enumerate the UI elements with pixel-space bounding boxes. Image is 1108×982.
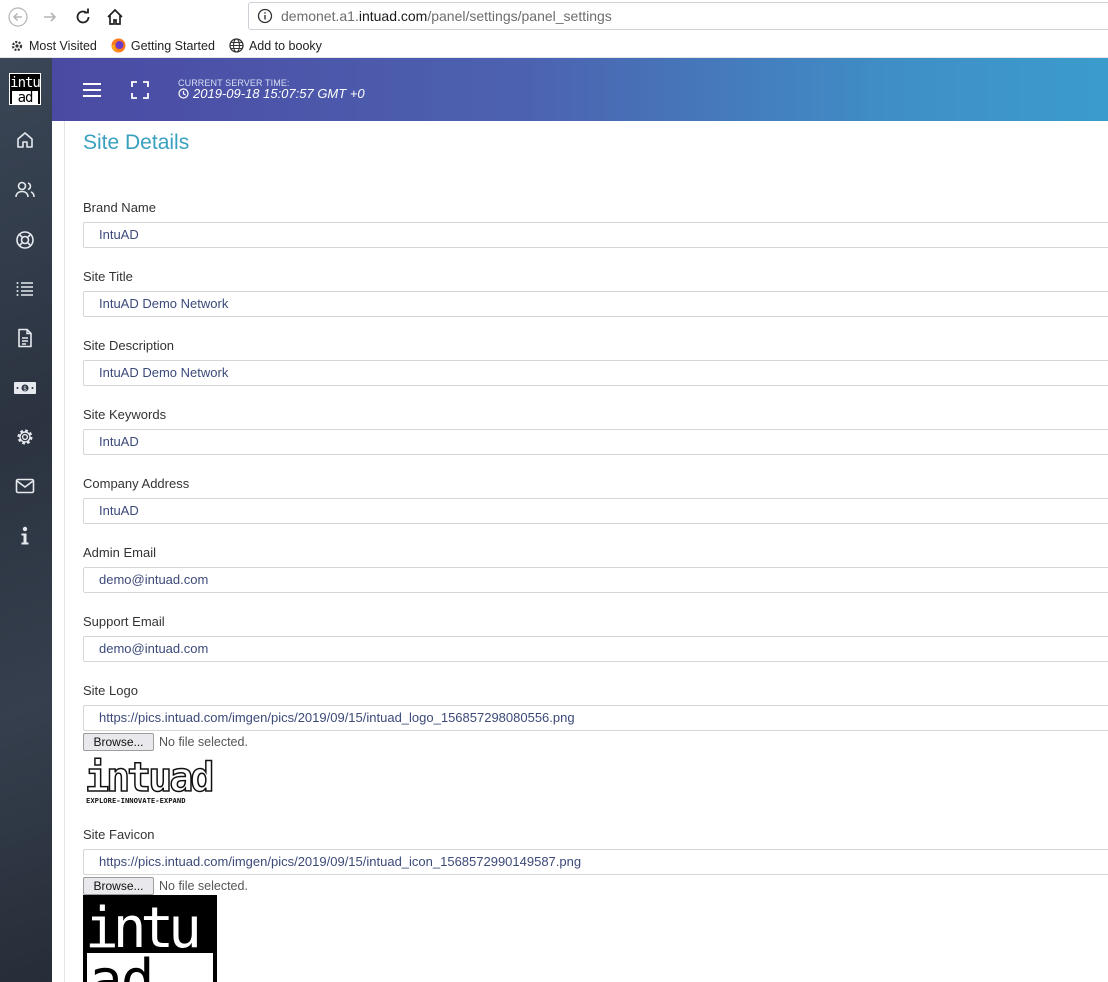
company-address-input[interactable]: IntuAD (83, 498, 1108, 524)
sidebar: intu ad $ (0, 58, 52, 982)
bookmarks-bar: Most Visited Getting Started Add to book… (0, 34, 1108, 58)
admin-email-input[interactable]: demo@intuad.com (83, 567, 1108, 593)
firefox-icon (111, 38, 126, 53)
logo-bottom-text: ad (12, 91, 38, 105)
sidebar-item-messages[interactable] (13, 474, 37, 498)
support-email-input[interactable]: demo@intuad.com (83, 636, 1108, 662)
top-header: CURRENT SERVER TIME: 2019-09-18 15:07:57… (52, 58, 1108, 121)
sidebar-item-settings[interactable] (13, 425, 37, 449)
brand-logo[interactable]: intu ad (9, 73, 41, 105)
reload-button[interactable] (67, 2, 99, 32)
home-icon (107, 8, 123, 25)
brand-name-label: Brand Name (83, 200, 156, 215)
info-circle-icon (257, 8, 273, 24)
site-logo-browse-button[interactable]: Browse... (83, 733, 154, 751)
site-title-input[interactable]: IntuAD Demo Network (83, 291, 1108, 317)
hamburger-icon (83, 83, 101, 97)
reload-icon (76, 8, 90, 24)
url-prefix: demonet.a1. (281, 8, 359, 24)
url-host: intuad.com (358, 8, 428, 24)
page-title: Site Details (83, 131, 190, 154)
sidebar-item-payments[interactable]: $ (13, 376, 37, 400)
lifebuoy-icon (16, 231, 34, 249)
site-favicon-preview: intu ad (83, 895, 217, 982)
url-path: /panel/settings/panel_settings (427, 8, 612, 24)
sidebar-item-reports[interactable] (13, 326, 37, 350)
site-favicon-label: Site Favicon (83, 827, 155, 842)
sidebar-item-support[interactable] (13, 228, 37, 252)
svg-text:$: $ (23, 386, 27, 393)
site-favicon-file-picker: Browse... No file selected. (83, 877, 248, 895)
address-bar[interactable]: demonet.a1. intuad.com/panel/settings/pan… (248, 2, 1108, 30)
list-icon (16, 282, 33, 296)
content-divider (64, 121, 65, 982)
home-button[interactable] (99, 2, 131, 32)
server-time-value: 2019-09-18 15:07:57 GMT +0 (193, 86, 365, 101)
menu-toggle-button[interactable] (80, 78, 104, 102)
brand-name-input[interactable]: IntuAD (83, 222, 1108, 248)
bookmark-label: Add to booky (248, 38, 322, 53)
favicon-preview-bottom: ad (89, 948, 152, 982)
home-icon (17, 132, 33, 148)
gear-icon (11, 40, 23, 51)
globe-icon (229, 38, 244, 53)
site-description-label: Site Description (83, 338, 175, 353)
document-icon (18, 328, 32, 348)
site-description-input[interactable]: IntuAD Demo Network (83, 360, 1108, 386)
sidebar-item-users[interactable] (13, 178, 37, 202)
gear-icon (17, 429, 33, 445)
sidebar-item-home[interactable] (13, 128, 37, 152)
logo-preview-tagline: EXPLORE-INNOVATE-EXPAND (86, 796, 186, 805)
site-keywords-label: Site Keywords (83, 407, 167, 422)
site-title-label: Site Title (83, 269, 133, 284)
back-button[interactable] (2, 2, 34, 32)
forward-arrow-icon (44, 12, 57, 22)
admin-email-label: Admin Email (83, 545, 156, 560)
logo-preview-text: intuad (85, 755, 212, 801)
site-logo-preview: intuad EXPLORE-INNOVATE-EXPAND (84, 753, 217, 805)
site-favicon-browse-button[interactable]: Browse... (83, 877, 154, 895)
site-favicon-url-input[interactable]: https://pics.intuad.com/imgen/pics/2019/… (83, 849, 1108, 875)
mail-icon (15, 478, 35, 494)
sidebar-item-list[interactable] (13, 277, 37, 301)
bookmark-getting-started[interactable]: Getting Started (111, 38, 215, 53)
bookmark-label: Getting Started (130, 38, 215, 53)
bookmark-most-visited[interactable]: Most Visited (10, 39, 97, 53)
main-content: Site Details Brand Name IntuAD Site Titl… (52, 121, 1108, 982)
company-address-label: Company Address (83, 476, 190, 491)
back-arrow-icon (8, 7, 28, 27)
bookmark-add-to-booky[interactable]: Add to booky (229, 38, 322, 53)
sidebar-item-info[interactable] (13, 524, 37, 548)
fullscreen-button[interactable] (128, 78, 152, 102)
support-email-label: Support Email (83, 614, 165, 629)
users-icon (15, 181, 35, 198)
site-favicon-file-status: No file selected. (159, 879, 248, 893)
site-logo-url-input[interactable]: https://pics.intuad.com/imgen/pics/2019/… (83, 705, 1108, 731)
clock-icon (178, 88, 189, 99)
browser-toolbar: demonet.a1. intuad.com/panel/settings/pan… (0, 0, 1108, 34)
server-time: 2019-09-18 15:07:57 GMT +0 (178, 86, 365, 101)
info-icon (21, 526, 29, 545)
site-logo-label: Site Logo (83, 683, 138, 698)
site-keywords-input[interactable]: IntuAD (83, 429, 1108, 455)
site-logo-file-picker: Browse... No file selected. (83, 733, 248, 751)
money-icon: $ (14, 382, 36, 394)
logo-top-text: intu (10, 75, 41, 91)
site-logo-file-status: No file selected. (159, 735, 248, 749)
bookmark-label: Most Visited (29, 38, 97, 53)
fullscreen-icon (131, 81, 149, 99)
forward-button[interactable] (34, 2, 66, 32)
